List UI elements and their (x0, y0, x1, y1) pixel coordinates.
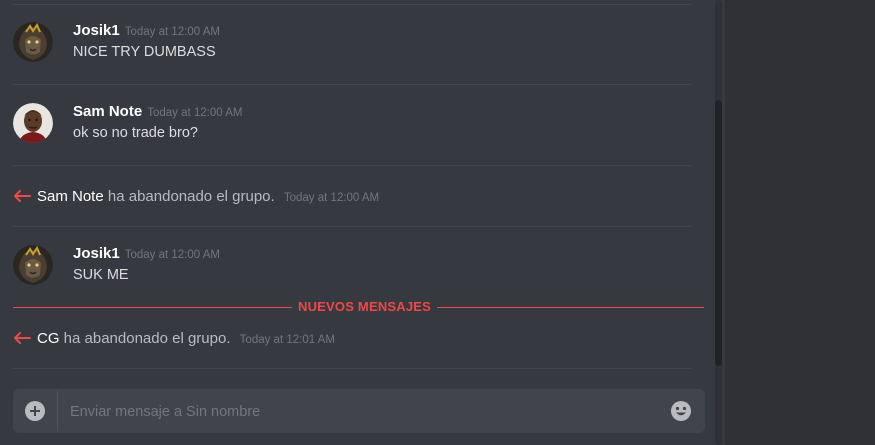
lion-avatar[interactable] (13, 245, 53, 285)
composer-separator (57, 391, 58, 431)
system-message: Sam Note ha abandonado el grupo. Today a… (0, 186, 712, 210)
system-message-text: CG ha abandonado el grupo. Today at 12:0… (37, 330, 335, 347)
message-header: Josik1 Today at 12:00 AM (73, 22, 220, 39)
plus-circle-icon[interactable] (25, 401, 45, 421)
message-timestamp: Today at 12:00 AM (124, 26, 220, 38)
message-timestamp: Today at 12:01 AM (239, 334, 335, 346)
system-message-user[interactable]: Sam Note (37, 188, 104, 205)
system-message-action: ha abandonado el grupo. (107, 188, 275, 205)
chat-area: Josik1 Today at 12:00 AM NICE TRY DUMBASS… (0, 0, 712, 445)
message-header: Sam Note Today at 12:00 AM (73, 103, 242, 120)
message-timestamp: Today at 12:00 AM (147, 107, 243, 119)
message-divider (13, 4, 691, 5)
message-timestamp: Today at 12:00 AM (283, 192, 380, 204)
message-input[interactable] (68, 389, 652, 435)
lion-avatar[interactable] (13, 22, 53, 62)
message-text: NICE TRY DUMBASS (73, 44, 216, 60)
scrollbar-thumb[interactable] (715, 100, 722, 366)
system-message: CG ha abandonado el grupo. Today at 12:0… (0, 328, 712, 352)
message-divider (13, 368, 691, 369)
message-item[interactable]: Sam Note Today at 12:00 AM ok so no trade… (0, 103, 712, 153)
message-item[interactable]: Josik1 Today at 12:00 AM SUK ME (0, 245, 712, 295)
message-divider (13, 165, 691, 166)
message-header: Josik1 Today at 12:00 AM (73, 245, 220, 262)
new-messages-label: NUEVOS MENSAJES (292, 299, 438, 314)
author-name[interactable]: Josik1 (73, 22, 120, 39)
person-avatar[interactable] (13, 103, 53, 143)
author-name[interactable]: Josik1 (73, 245, 120, 262)
system-message-text: Sam Note ha abandonado el grupo. Today a… (37, 188, 379, 205)
message-text: ok so no trade bro? (73, 125, 198, 141)
system-message-action: ha abandonado el grupo. (63, 330, 231, 347)
author-name[interactable]: Sam Note (73, 103, 142, 120)
scrollbar[interactable] (712, 0, 725, 445)
message-divider (13, 226, 691, 227)
system-message-user[interactable]: CG (37, 330, 60, 347)
message-item[interactable]: Josik1 Today at 12:00 AM NICE TRY DUMBASS (0, 22, 712, 72)
message-timestamp: Today at 12:00 AM (124, 249, 220, 261)
left-arrow-icon (14, 190, 31, 202)
message-divider (13, 84, 691, 85)
left-arrow-icon (14, 332, 31, 344)
emoji-icon[interactable] (670, 400, 692, 422)
message-composer (13, 389, 705, 435)
member-list-panel (725, 0, 875, 445)
message-text: SUK ME (73, 267, 129, 283)
